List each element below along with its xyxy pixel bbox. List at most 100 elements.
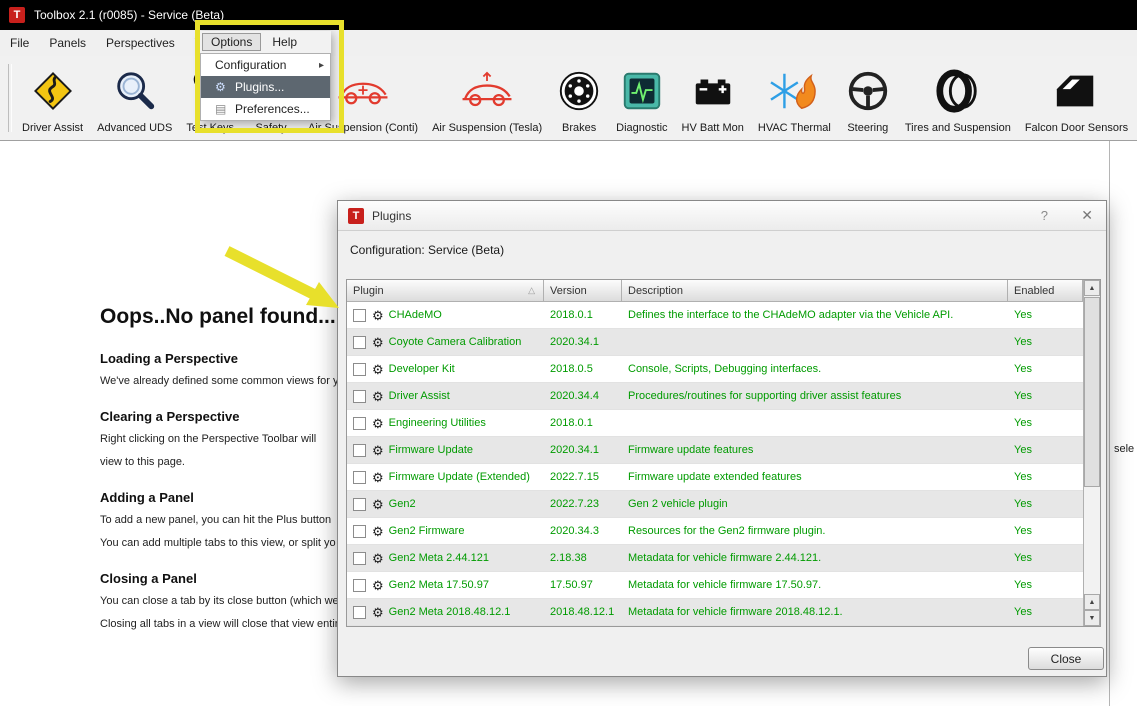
plugin-enabled: Yes [1008,545,1083,571]
plugin-enabled: Yes [1008,302,1083,328]
plugin-checkbox[interactable] [353,498,366,511]
plugin-row[interactable]: ⚙Gen2 Meta 17.50.9717.50.97Metadata for … [347,572,1100,599]
plugin-version: 2018.0.5 [544,356,622,382]
plugin-version: 2020.34.4 [544,383,622,409]
winding-road-sign-icon [30,60,76,122]
plugin-gear-icon: ⚙ [372,498,384,511]
plugin-row[interactable]: ⚙Coyote Camera Calibration2020.34.1Yes [347,329,1100,356]
toolbar-item-tires-and-suspension[interactable]: Tires and Suspension [898,56,1018,140]
plugin-checkbox[interactable] [353,606,366,619]
menu-file[interactable]: File [0,36,39,50]
plugin-checkbox[interactable] [353,336,366,349]
plugin-checkbox[interactable] [353,309,366,322]
dialog-title-bar[interactable]: T Plugins ? ✕ [338,201,1106,231]
plugin-checkbox[interactable] [353,390,366,403]
plugin-enabled: Yes [1008,437,1083,463]
brake-disc-icon [556,60,602,122]
toolbar-item-driver-assist[interactable]: Driver Assist [15,56,90,140]
column-header-enabled[interactable]: Enabled [1008,280,1083,302]
menu-item-plugins[interactable]: ⚙ Plugins... [201,76,330,98]
toolbar-item-label: Air Suspension (Tesla) [432,122,542,134]
plugin-name: Engineering Utilities [389,417,486,429]
toolbar-item-hv-batt-mon[interactable]: HV Batt Mon [675,56,751,140]
plugin-row[interactable]: ⚙Developer Kit2018.0.5Console, Scripts, … [347,356,1100,383]
plugin-checkbox[interactable] [353,363,366,376]
plugin-enabled: Yes [1008,572,1083,598]
menu-panels[interactable]: Panels [39,36,96,50]
menu-perspectives[interactable]: Perspectives [96,36,185,50]
plugin-row[interactable]: ⚙Engineering Utilities2018.0.1Yes [347,410,1100,437]
dialog-logo-icon: T [348,208,364,224]
plugin-enabled: Yes [1008,329,1083,355]
plugin-checkbox[interactable] [353,552,366,565]
plugin-description: Firmware update features [622,437,1008,463]
plugins-dialog: T Plugins ? ✕ Configuration: Service (Be… [337,200,1107,677]
plugin-description [622,329,1008,355]
popup-menu-tabs: Options Help [200,31,331,53]
toolbar-item-advanced-uds[interactable]: Advanced UDS [90,56,179,140]
plugin-row[interactable]: ⚙Firmware Update2020.34.1Firmware update… [347,437,1100,464]
toolbar-item-label: Tires and Suspension [905,122,1011,134]
scroll-up-icon[interactable]: ▲ [1084,280,1100,296]
toolbar-item-brakes[interactable]: Brakes [549,56,609,140]
plugin-gear-icon: ⚙ [372,417,384,430]
plugin-version: 2.18.38 [544,545,622,571]
plugin-row[interactable]: ⚙Driver Assist2020.34.4Procedures/routin… [347,383,1100,410]
menu-options[interactable]: Options [202,33,261,51]
toolbar-item-hvac-thermal[interactable]: HVAC Thermal [751,56,838,140]
column-header-version[interactable]: Version [544,280,622,302]
snowflake-flame-icon [769,60,819,122]
column-header-description[interactable]: Description [622,280,1008,302]
plugin-gear-icon: ⚙ [372,444,384,457]
plugin-description: Metadata for vehicle firmware 2018.48.12… [622,599,1008,625]
plugin-row[interactable]: ⚙Firmware Update (Extended)2022.7.15Firm… [347,464,1100,491]
dialog-help-button[interactable]: ? [1041,208,1048,223]
toolbar-item-diagnostic[interactable]: Diagnostic [609,56,674,140]
plugin-name: CHAdeMO [389,309,442,321]
plugin-gear-icon: ⚙ [372,525,384,538]
plugin-row[interactable]: ⚙CHAdeMO2018.0.1Defines the interface to… [347,302,1100,329]
falcon-door-icon [1051,60,1101,122]
dialog-close-icon[interactable]: ✕ [1081,207,1093,224]
plugin-version: 2018.48.12.1 [544,599,622,625]
plugin-name: Gen2 [389,498,416,510]
plugin-row[interactable]: ⚙Gen2 Meta 2.44.1212.18.38Metadata for v… [347,545,1100,572]
plugin-enabled: Yes [1008,599,1083,625]
plugin-enabled: Yes [1008,464,1083,490]
toolbar-item-steering[interactable]: Steering [838,56,898,140]
magnifier-icon [112,60,158,122]
scroll-up-bottom-icon[interactable]: ▲ [1084,594,1100,610]
plugin-checkbox[interactable] [353,471,366,484]
tire-icon [933,60,983,122]
toolbar-item-air-suspension-tesla[interactable]: Air Suspension (Tesla) [425,56,549,140]
plugin-version: 2018.0.1 [544,302,622,328]
steering-wheel-icon [845,60,891,122]
toolbar-item-label: Advanced UDS [97,122,172,134]
menu-item-configuration[interactable]: Configuration ▸ [201,54,330,76]
column-header-plugin[interactable]: Plugin△ [347,280,544,302]
plugin-description: Console, Scripts, Debugging interfaces. [622,356,1008,382]
plugin-version: 17.50.97 [544,572,622,598]
plugin-checkbox[interactable] [353,417,366,430]
plugin-gear-icon: ⚙ [372,606,384,619]
submenu-arrow-icon: ▸ [319,60,324,71]
table-scrollbar[interactable]: ▲ ▲ ▼ [1083,280,1100,626]
scroll-down-icon[interactable]: ▼ [1084,610,1100,626]
red-car-arrow-icon [458,60,516,122]
scrollbar-thumb[interactable] [1084,297,1100,487]
plugin-gear-icon: ⚙ [372,309,384,322]
column-header-label: Description [628,285,683,297]
plugin-checkbox[interactable] [353,579,366,592]
plugin-checkbox[interactable] [353,444,366,457]
plugin-version: 2018.0.1 [544,410,622,436]
plugin-checkbox[interactable] [353,525,366,538]
toolbar-item-label: Driver Assist [22,122,83,134]
toolbar-item-falcon-door-sensors[interactable]: Falcon Door Sensors [1018,56,1135,140]
plugin-name: Gen2 Meta 2018.48.12.1 [389,606,511,618]
menu-item-preferences[interactable]: ▤ Preferences... [201,98,330,120]
menu-help[interactable]: Help [263,33,306,51]
close-button[interactable]: Close [1028,647,1104,670]
plugin-row[interactable]: ⚙Gen22022.7.23Gen 2 vehicle pluginYes [347,491,1100,518]
plugin-row[interactable]: ⚙ Gen2 Meta 2018.48.12.1 2018.48.12.1Metad… [347,599,1100,626]
plugin-row[interactable]: ⚙Gen2 Firmware2020.34.3Resources for the… [347,518,1100,545]
